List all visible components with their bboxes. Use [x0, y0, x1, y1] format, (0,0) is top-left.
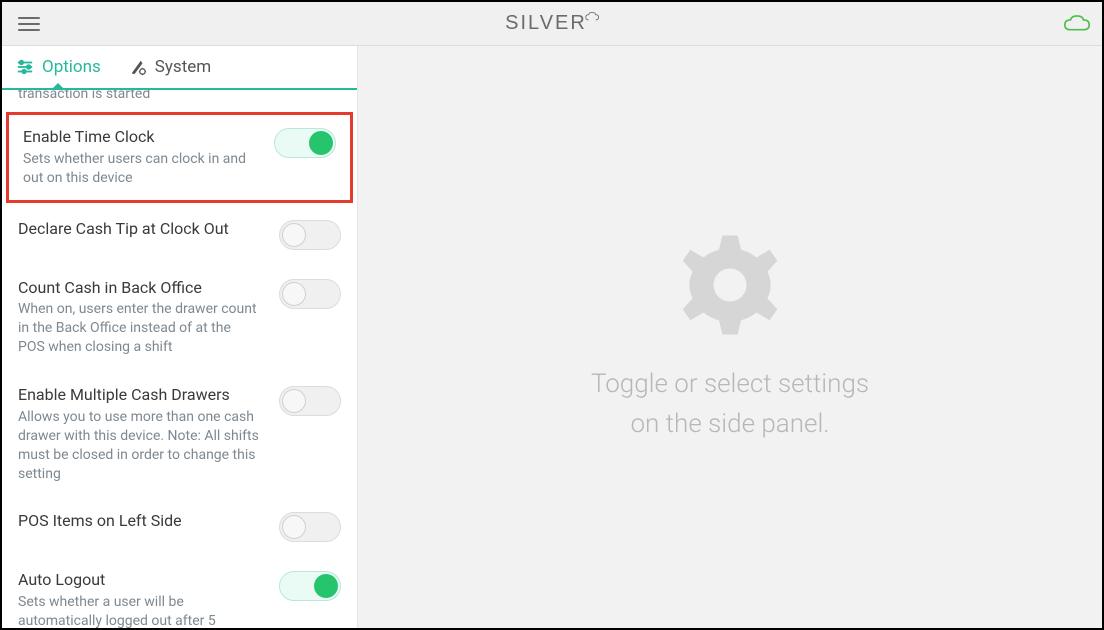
setting-desc: When on, users enter the drawer count in…	[18, 300, 261, 357]
placeholder-text: Toggle or select settings on the side pa…	[591, 364, 869, 445]
placeholder-line2: on the side panel.	[630, 409, 829, 439]
logo: SILVER	[505, 12, 599, 35]
setting-title: Auto Logout	[18, 570, 261, 591]
tab-bar: Options System	[2, 46, 357, 90]
setting-text: POS Items on Left Side	[18, 511, 269, 532]
toggle-declare-cash-tip[interactable]	[279, 220, 341, 250]
cloud-status-icon[interactable]	[1064, 15, 1090, 33]
system-icon	[129, 58, 147, 76]
setting-multiple-cash-drawers: Enable Multiple Cash Drawers Allows you …	[2, 371, 357, 497]
settings-list[interactable]: transaction is started Enable Time Clock…	[2, 90, 357, 628]
setting-title: Count Cash in Back Office	[18, 278, 261, 299]
setting-desc: Sets whether a user will be automaticall…	[18, 593, 261, 628]
setting-count-cash-back-office: Count Cash in Back Office When on, users…	[2, 264, 357, 371]
content-placeholder: Toggle or select settings on the side pa…	[358, 46, 1102, 628]
sidebar: Options System transaction is started En…	[2, 46, 358, 628]
logo-cloud-icon	[585, 12, 599, 22]
gear-icon	[675, 230, 785, 340]
logo-text: SILVER	[505, 12, 587, 35]
toggle-count-cash[interactable]	[279, 279, 341, 309]
placeholder-line1: Toggle or select settings	[591, 369, 869, 399]
main-area: Options System transaction is started En…	[2, 46, 1102, 628]
toggle-auto-logout[interactable]	[279, 571, 341, 601]
tab-system-label: System	[155, 57, 211, 77]
setting-desc: Allows you to use more than one cash dra…	[18, 408, 261, 484]
sliders-icon	[16, 58, 34, 76]
setting-desc: Sets whether users can clock in and out …	[23, 150, 256, 188]
setting-title: Declare Cash Tip at Clock Out	[18, 219, 261, 240]
tab-options[interactable]: Options	[2, 46, 115, 88]
setting-auto-logout: Auto Logout Sets whether a user will be …	[2, 556, 357, 628]
setting-declare-cash-tip: Declare Cash Tip at Clock Out	[2, 205, 357, 264]
menu-icon[interactable]	[14, 13, 44, 35]
setting-pos-items-left: POS Items on Left Side	[2, 497, 357, 556]
setting-text: Auto Logout Sets whether a user will be …	[18, 570, 269, 628]
app-header: SILVER	[2, 2, 1102, 46]
setting-text: Declare Cash Tip at Clock Out	[18, 219, 269, 240]
toggle-pos-left[interactable]	[279, 512, 341, 542]
tab-system[interactable]: System	[115, 46, 225, 88]
setting-text: Enable Multiple Cash Drawers Allows you …	[18, 385, 269, 483]
setting-title: Enable Multiple Cash Drawers	[18, 385, 261, 406]
cutoff-text: transaction is started	[2, 90, 357, 110]
setting-title: Enable Time Clock	[23, 127, 256, 148]
setting-text: Count Cash in Back Office When on, users…	[18, 278, 269, 357]
toggle-multiple-drawers[interactable]	[279, 386, 341, 416]
tab-options-label: Options	[42, 57, 101, 77]
toggle-enable-time-clock[interactable]	[274, 128, 336, 158]
setting-enable-time-clock: Enable Time Clock Sets whether users can…	[6, 112, 353, 203]
setting-text: Enable Time Clock Sets whether users can…	[23, 127, 264, 188]
setting-title: POS Items on Left Side	[18, 511, 261, 532]
